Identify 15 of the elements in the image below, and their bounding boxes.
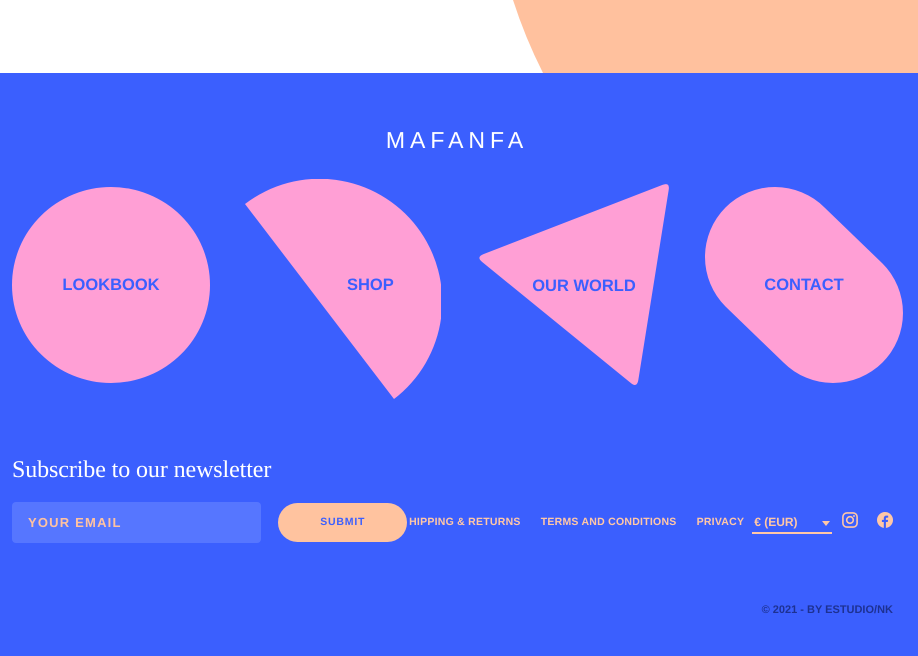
circle-nav-link[interactable]: LOOKBOOK [12,187,210,383]
half-circle-nav-link[interactable]: SHOP [243,179,441,401]
footer-link[interactable]: PRIVACY [696,514,744,530]
camera-icon[interactable] [842,512,858,528]
newsletter-heading: Subscribe to our newsletter [12,456,272,485]
currency-select[interactable]: € (EUR) [752,512,832,534]
footer-link[interactable]: TERMS AND CONDITIONS [540,514,677,530]
pill-nav-link[interactable]: CONTACT [705,187,903,383]
copyright-text: © 2021 - BY ESTUDIO/NK [762,602,893,618]
caret-icon [822,520,830,526]
logo[interactable]: MAFANFA [376,127,528,153]
f-logo-icon[interactable] [877,512,894,528]
email-field[interactable]: YOUR EMAIL [12,502,262,543]
submit-button[interactable]: SUBMIT [278,503,408,542]
footer-link[interactable]: HIPPING & RETURNS [409,514,521,530]
